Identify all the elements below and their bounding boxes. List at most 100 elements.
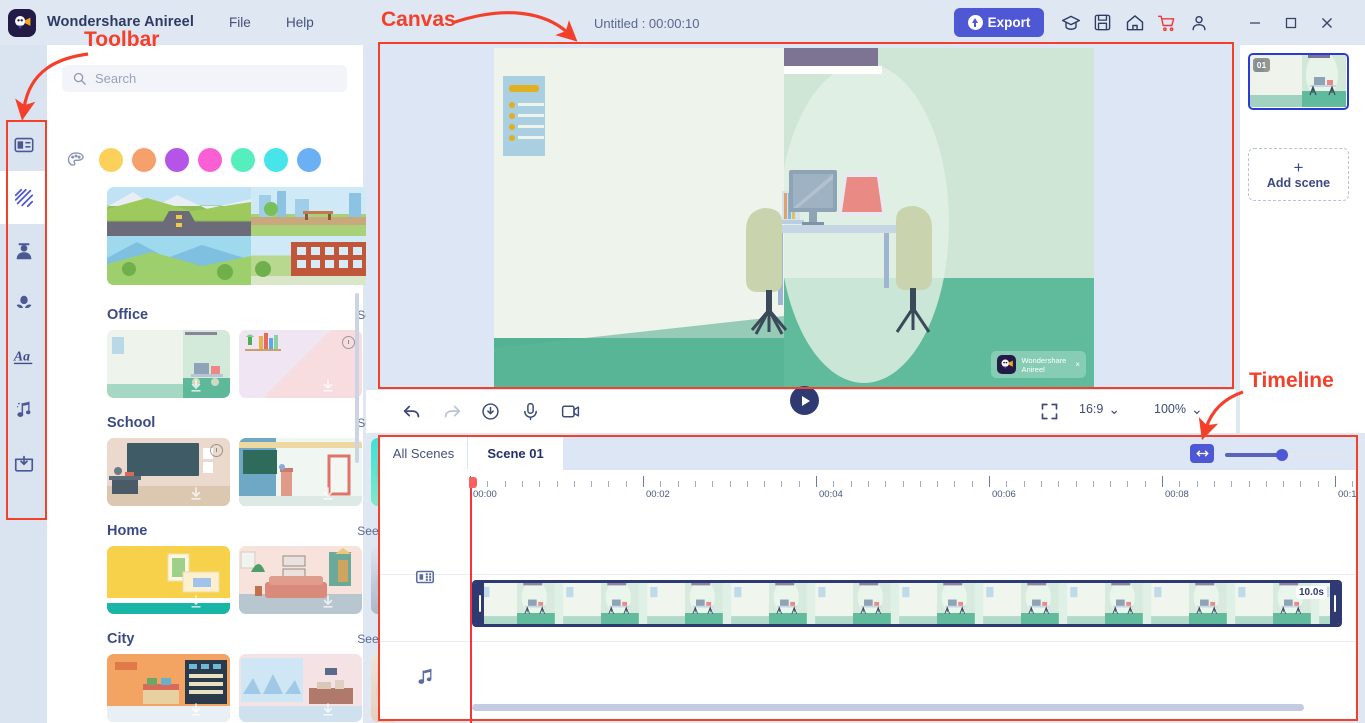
undo-button[interactable] (401, 401, 423, 423)
download-icon[interactable] (320, 486, 336, 502)
ruler-minor-tick (764, 481, 766, 487)
menu-file[interactable]: File (229, 15, 251, 30)
color-swatch-yellow[interactable] (99, 148, 123, 172)
download-icon[interactable] (320, 378, 336, 394)
ruler-minor-tick (885, 481, 887, 487)
list-item[interactable] (239, 330, 362, 398)
sidebar-item-character[interactable] (0, 224, 47, 277)
ruler-minor-tick (504, 481, 506, 487)
app-logo (8, 9, 36, 37)
tab-all-scenes[interactable]: All Scenes (380, 437, 467, 470)
watermark-line1: Wondershare (1021, 355, 1067, 365)
ruler-minor-tick (1058, 481, 1060, 487)
export-button[interactable]: Export (954, 8, 1044, 37)
camera-button[interactable] (560, 401, 582, 423)
color-swatch-cyan[interactable] (264, 148, 288, 172)
fullscreen-button[interactable] (1039, 401, 1061, 423)
sidebar-item-scene[interactable] (0, 118, 47, 171)
search-input[interactable]: Search (62, 65, 347, 92)
ruler-major-tick (816, 476, 817, 487)
color-swatch-mint[interactable] (231, 148, 255, 172)
color-swatch-pink[interactable] (198, 148, 222, 172)
download-icon[interactable] (188, 486, 204, 502)
slider-fill (1225, 453, 1282, 457)
aspect-ratio-value: 16:9 (1079, 402, 1104, 416)
category-title: Home (107, 523, 148, 539)
sidebar-item-background[interactable] (0, 171, 47, 224)
ruler-minor-tick (1300, 481, 1302, 487)
sidebar-item-audio[interactable] (0, 383, 47, 436)
timeline-clip[interactable]: 10.0s (472, 580, 1342, 627)
color-swatch-orange[interactable] (132, 148, 156, 172)
ruler-minor-tick (798, 481, 800, 487)
ruler-minor-tick (1127, 481, 1129, 487)
download-icon[interactable] (188, 702, 204, 718)
chevron-down-icon: ⌄ (1190, 401, 1203, 417)
list-item[interactable] (107, 438, 230, 506)
account-icon[interactable] (1189, 13, 1209, 33)
ruler-label: 00:1 (1338, 489, 1356, 500)
list-item[interactable] (239, 438, 362, 506)
sidebar-item-props[interactable] (0, 277, 47, 330)
color-swatch-purple[interactable] (165, 148, 189, 172)
download-icon[interactable] (320, 702, 336, 718)
slider-knob[interactable] (1276, 449, 1288, 461)
anireel-logo-icon (14, 15, 30, 29)
ruler-minor-tick (746, 481, 748, 487)
list-item[interactable] (239, 654, 362, 722)
add-scene-button[interactable]: + Add scene (1248, 148, 1349, 201)
record-button[interactable] (480, 401, 502, 423)
play-button[interactable] (790, 386, 819, 415)
list-item[interactable] (107, 546, 230, 614)
ruler-minor-tick (937, 481, 939, 487)
download-icon[interactable] (188, 594, 204, 610)
graduation-cap-icon[interactable] (1061, 13, 1081, 33)
clip-handle-right[interactable] (1330, 583, 1339, 624)
color-swatch-blue[interactable] (297, 148, 321, 172)
redo-button[interactable] (441, 401, 463, 423)
ruler-minor-tick (1317, 481, 1319, 487)
timeline-ruler[interactable]: 00:00 00:02 00:04 00:06 00:08 00:1 (470, 470, 1356, 500)
ruler-minor-tick (1144, 481, 1146, 487)
tab-scene-01[interactable]: Scene 01 (468, 437, 563, 470)
timeline-tab-bar: All Scenes Scene 01 (380, 437, 1356, 470)
maximize-button[interactable] (1282, 14, 1300, 32)
timeline-zoom-slider[interactable] (1225, 449, 1345, 461)
playhead[interactable] (469, 477, 477, 723)
download-icon[interactable] (188, 378, 204, 394)
list-item[interactable] (107, 654, 230, 722)
cart-icon[interactable] (1157, 13, 1177, 33)
save-icon[interactable] (1093, 13, 1113, 33)
clip-duration-badge: 10.0s (1295, 586, 1327, 599)
scene-thumbnail[interactable]: 01 (1248, 53, 1349, 110)
color-palette-icon[interactable] (62, 147, 90, 173)
ruler-minor-tick (1283, 481, 1285, 487)
zoom-level-dropdown[interactable]: 100% ⌄ (1154, 402, 1203, 416)
ruler-label: 00:00 (473, 489, 497, 500)
plus-icon: + (1293, 157, 1304, 177)
sidebar-item-text[interactable]: Aa (0, 330, 47, 383)
fit-to-width-icon[interactable] (1190, 444, 1214, 463)
menu-help[interactable]: Help (286, 15, 314, 30)
clip-handle-left[interactable] (475, 583, 484, 624)
clip-frame (559, 583, 643, 624)
library-scrollbar[interactable] (355, 293, 359, 463)
timeline-horizontal-scrollbar[interactable] (472, 704, 1304, 711)
clip-frame (895, 583, 979, 624)
home-icon[interactable] (1125, 13, 1145, 33)
list-item[interactable] (239, 546, 362, 614)
watermark-logo-icon (997, 355, 1017, 374)
minimize-button[interactable] (1246, 14, 1264, 32)
watermark-close-icon[interactable]: × (1075, 360, 1080, 369)
featured-backgrounds[interactable] (107, 187, 394, 285)
download-icon[interactable] (320, 594, 336, 610)
scene-stage[interactable]: Wondershare Anireel × (494, 48, 1094, 388)
list-item[interactable] (107, 330, 230, 398)
aspect-ratio-dropdown[interactable]: 16:9 ⌄ (1079, 402, 1120, 416)
sidebar-item-import[interactable] (0, 436, 47, 489)
ruler-minor-tick (608, 481, 610, 487)
microphone-button[interactable] (520, 401, 542, 423)
close-button[interactable] (1318, 14, 1336, 32)
add-scene-label: Add scene (1266, 175, 1331, 190)
canvas-toolbar: 16:9 ⌄ 100% ⌄ (366, 386, 1236, 433)
